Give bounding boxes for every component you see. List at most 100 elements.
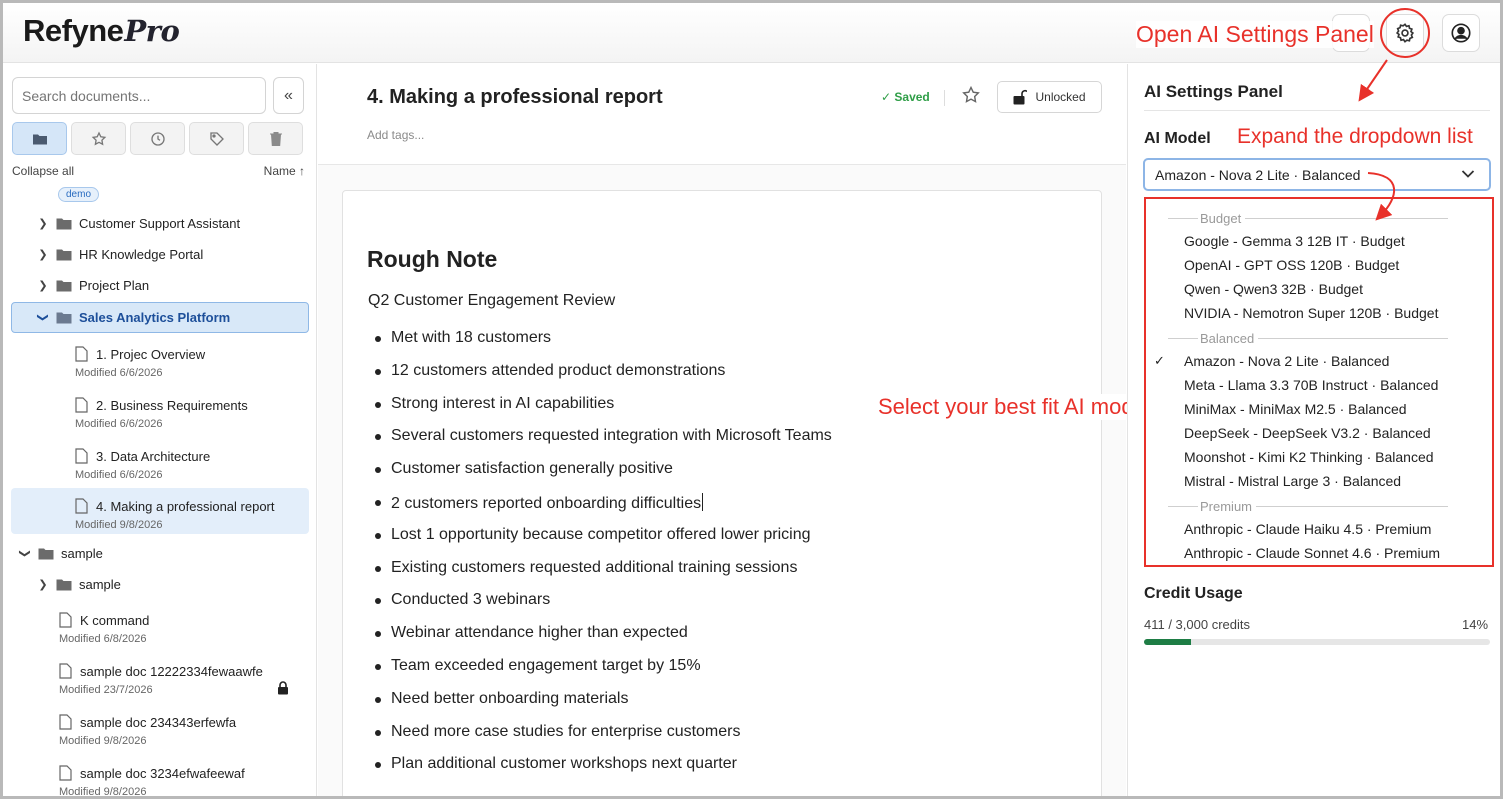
doc-title: 1. Projec Overview (96, 346, 206, 362)
document-header: 4. Making a professional report ✓ Saved … (318, 64, 1126, 165)
model-dropdown-list: Budget Google - Gemma 3 12B IT · Budget … (1144, 197, 1494, 567)
model-option[interactable]: MiniMax - MiniMax M2.5 · Balanced (1184, 401, 1407, 417)
folder-label: Project Plan (79, 278, 150, 293)
model-option[interactable]: Anthropic - Claude Haiku 4.5 · Premium (1184, 521, 1431, 537)
recent-filter-button[interactable] (130, 122, 185, 155)
folder-project-plan[interactable]: ❯ Project Plan (36, 270, 149, 301)
doc-item-data-architecture[interactable]: 3. Data Architecture Modified 6/6/2026 (75, 442, 305, 488)
chevron-right-icon[interactable]: ❯ (36, 578, 50, 591)
group-header-premium: Premium (1168, 498, 1448, 514)
editor-area: 4. Making a professional report ✓ Saved … (318, 64, 1126, 796)
logo-text: Refyne (23, 13, 124, 48)
doc-modified: Modified 6/6/2026 (75, 469, 163, 481)
top-header: RefynePro Open AI Settings Panel (3, 3, 1500, 63)
doc-title: K command (80, 612, 150, 628)
doc-title: 2. Business Requirements (96, 397, 248, 413)
folder-hr-knowledge-portal[interactable]: ❯ HR Knowledge Portal (36, 239, 203, 270)
folders-filter-button[interactable] (12, 122, 67, 155)
add-tags-input[interactable]: Add tags... (367, 128, 424, 142)
group-label: Premium (1200, 498, 1253, 514)
model-option[interactable]: OpenAI - GPT OSS 120B · Budget (1184, 257, 1399, 273)
saved-status: ✓ Saved (881, 90, 930, 104)
document-icon (75, 498, 88, 514)
chevron-down-icon[interactable]: ❯ (37, 311, 50, 325)
list-item: Strong interest in AI capabilities (368, 395, 832, 428)
favorite-button[interactable] (961, 85, 981, 110)
star-icon (91, 130, 106, 145)
doc-title: sample doc 12222334fewaawfe (80, 663, 263, 679)
group-label: Budget (1200, 210, 1242, 226)
model-option[interactable]: Mistral - Mistral Large 3 · Balanced (1184, 473, 1401, 489)
sort-by-name-button[interactable]: Name ↑ (264, 164, 305, 178)
folder-open-icon (56, 311, 72, 324)
document-heading: Rough Note (367, 246, 498, 272)
credit-usage-label: Credit Usage (1144, 585, 1243, 602)
folder-customer-support-assistant[interactable]: ❯ Customer Support Assistant (36, 208, 240, 239)
model-option[interactable]: Google - Gemma 3 12B IT · Budget (1184, 233, 1405, 249)
lock-icon (278, 681, 288, 695)
check-icon: ✓ (1154, 353, 1165, 368)
folder-label: Sales Analytics Platform (79, 310, 231, 325)
model-option[interactable]: Meta - Llama 3.3 70B Instruct · Balanced (1184, 377, 1438, 393)
list-item: Webinar attendance higher than expected (368, 624, 832, 657)
list-item: Lost 1 opportunity because competitor of… (368, 526, 832, 559)
doc-title: sample doc 3234efwafeewaf (80, 765, 245, 781)
folder-icon (56, 578, 72, 591)
filter-bar (12, 122, 303, 155)
trash-filter-button[interactable] (248, 122, 303, 155)
folder-sample[interactable]: ❯ sample (18, 538, 103, 569)
model-option[interactable]: Moonshot - Kimi K2 Thinking · Balanced (1184, 449, 1434, 465)
model-option[interactable]: Qwen - Qwen3 32B · Budget (1184, 281, 1363, 297)
collapse-all-button[interactable]: Collapse all (12, 164, 74, 178)
doc-modified: Modified 9/8/2026 (59, 735, 147, 747)
doc-item-project-overview[interactable]: 1. Projec Overview Modified 6/6/2026 (75, 340, 305, 386)
tag-badge[interactable]: demo (58, 187, 100, 202)
list-item: Existing customers requested additional … (368, 559, 832, 592)
list-item: Met with 18 customers (368, 329, 832, 362)
model-option[interactable]: DeepSeek - DeepSeek V3.2 · Balanced (1184, 425, 1431, 441)
trash-icon (269, 131, 282, 146)
folder-sample-sub[interactable]: ❯ sample (36, 569, 121, 600)
lock-toggle-button[interactable]: Unlocked (997, 81, 1102, 113)
model-option[interactable]: NVIDIA - Nemotron Super 120B · Budget (1184, 305, 1438, 321)
folder-icon (32, 134, 47, 144)
panel-title: AI Settings Panel (1144, 82, 1283, 101)
document-page[interactable]: Rough Note Q2 Customer Engagement Review… (342, 190, 1102, 796)
ai-model-select[interactable]: Amazon - Nova 2 Lite · Balanced (1143, 158, 1491, 191)
annotation-select-model: Select your best fit AI model (876, 394, 1153, 420)
doc-item-business-requirements[interactable]: 2. Business Requirements Modified 6/6/20… (75, 391, 305, 437)
doc-item-making-professional-report[interactable]: 4. Making a professional report Modified… (11, 488, 309, 534)
list-item: 2 customers reported onboarding difficul… (368, 492, 832, 526)
logo-pro-text: Pro (124, 14, 180, 48)
account-button[interactable] (1442, 14, 1480, 52)
model-option[interactable]: Anthropic - Claude Sonnet 4.6 · Premium (1184, 545, 1440, 561)
collapse-sidebar-button[interactable]: « (273, 77, 304, 114)
document-icon (75, 346, 88, 362)
folder-icon (38, 547, 54, 560)
chevron-right-icon[interactable]: ❯ (36, 217, 50, 230)
model-option-selected[interactable]: Amazon - Nova 2 Lite · Balanced (1184, 353, 1389, 369)
doc-item-k-command[interactable]: K command Modified 6/8/2026 (59, 606, 309, 652)
settings-highlight-circle (1380, 8, 1430, 58)
folder-sales-analytics-platform[interactable]: ❯ Sales Analytics Platform (11, 302, 309, 333)
ai-model-label: AI Model (1144, 130, 1211, 147)
folder-label: sample (61, 546, 103, 561)
doc-modified: Modified 6/6/2026 (75, 367, 163, 379)
doc-item-sample-doc-3[interactable]: sample doc 3234efwafeewaf Modified 9/8/2… (59, 759, 309, 796)
document-title[interactable]: 4. Making a professional report (367, 86, 663, 109)
favorites-filter-button[interactable] (71, 122, 126, 155)
chevron-down-icon[interactable]: ❯ (19, 547, 32, 561)
document-subtitle: Q2 Customer Engagement Review (368, 292, 616, 309)
app-logo[interactable]: RefynePro (23, 13, 180, 49)
doc-item-sample-doc-1[interactable]: sample doc 12222334fewaawfe Modified 23/… (59, 657, 309, 703)
chevron-right-icon[interactable]: ❯ (36, 279, 50, 292)
search-input[interactable] (12, 77, 266, 114)
group-header-balanced: Balanced (1168, 330, 1448, 346)
document-icon (59, 612, 72, 628)
chevron-right-icon[interactable]: ❯ (36, 248, 50, 261)
folder-icon (56, 217, 72, 230)
tags-filter-button[interactable] (189, 122, 244, 155)
list-item: Several customers requested integration … (368, 427, 832, 460)
doc-item-sample-doc-2[interactable]: sample doc 234343erfewfa Modified 9/8/20… (59, 708, 309, 754)
document-sidebar: « Collapse all Name ↑ demo (3, 64, 317, 796)
